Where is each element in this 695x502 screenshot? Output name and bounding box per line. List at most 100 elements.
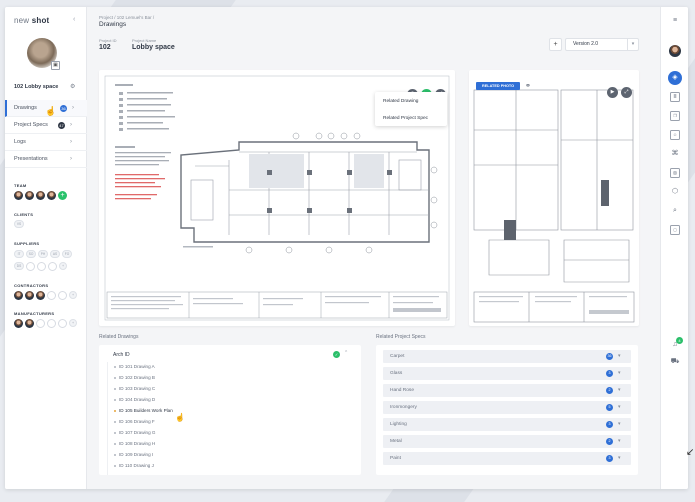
- supplier-tag[interactable]: AS: [50, 250, 60, 258]
- drawing-preview-card[interactable]: ⚙ ▶ ⤢ Related Drawing Related Project Sp…: [99, 70, 455, 326]
- avatar[interactable]: [14, 319, 23, 328]
- empty-slot: [58, 319, 67, 328]
- collapse-sidebar-icon[interactable]: ‹: [73, 16, 75, 23]
- list-item[interactable]: ID 107 Drawing G: [114, 430, 156, 435]
- list-item[interactable]: ID 110 Drawing J: [114, 463, 154, 468]
- avatar[interactable]: [25, 319, 34, 328]
- related-photo-badge[interactable]: RELATED PHOTO: [476, 82, 521, 90]
- contacts-icon[interactable]: ☺: [670, 130, 680, 140]
- spec-row-glass[interactable]: Glass 3 ▾: [383, 367, 631, 380]
- supplier-tags-row-1: IT SO PH AS FO: [14, 250, 72, 258]
- avatar[interactable]: [14, 291, 23, 300]
- list-item[interactable]: ID 104 Drawing D: [114, 397, 155, 402]
- document-icon[interactable]: ≣: [670, 92, 680, 102]
- folder-label[interactable]: Arch ID: [113, 352, 130, 358]
- avatar[interactable]: [36, 291, 45, 300]
- sidebar-item-project-specs[interactable]: Project Specs 47 ›: [5, 117, 87, 134]
- chevron-right-icon: ›: [70, 156, 72, 162]
- avatar[interactable]: [25, 291, 34, 300]
- check-icon[interactable]: ✓: [333, 351, 340, 358]
- related-drawings-title: Related Drawings: [99, 334, 139, 340]
- list-item[interactable]: ID 106 Drawing F: [114, 419, 155, 424]
- sidebar-item-presentations[interactable]: Presentations ›: [5, 151, 87, 168]
- client-tags: VS: [14, 220, 24, 228]
- spec-row-ironmongery[interactable]: Ironmongery 5 ▾: [383, 401, 631, 414]
- client-tag[interactable]: VS: [14, 220, 24, 228]
- project-settings-icon[interactable]: ⚙: [70, 83, 75, 90]
- supplier-tag[interactable]: PH: [38, 250, 48, 258]
- list-item[interactable]: ID 101 Drawing A: [114, 364, 155, 369]
- related-drawings-panel: Arch ID ✓ ⌃ ID 101 Drawing A ID 102 Draw…: [99, 345, 361, 475]
- left-sidebar: new shot ‹ ▣ 102 Lobby space ⚙ Drawings …: [5, 7, 87, 489]
- list-item[interactable]: ID 103 Drawing C: [114, 386, 155, 391]
- play-icon[interactable]: ▶: [607, 87, 618, 98]
- menu-item-related-project-spec[interactable]: Related Project Spec: [375, 112, 447, 126]
- list-item-highlighted[interactable]: ID 105 Builders Work Plan: [114, 408, 173, 413]
- user-avatar[interactable]: [669, 45, 681, 57]
- spec-row-paint[interactable]: Paint 3 ▾: [383, 452, 631, 465]
- link-icon[interactable]: ⚭: [525, 82, 531, 90]
- manufacturer-avatars: +: [14, 319, 77, 328]
- project-name-value: Lobby space: [132, 44, 175, 51]
- manufacturers-label: MANUFACTURERS: [14, 311, 55, 316]
- supplier-tag[interactable]: FO: [62, 250, 72, 258]
- search-icon[interactable]: ⌕: [670, 206, 680, 216]
- menu-item-related-drawing[interactable]: Related Drawing: [375, 95, 447, 109]
- supplier-tag[interactable]: IT: [14, 250, 24, 258]
- empty-slot: [47, 291, 56, 300]
- layers-icon[interactable]: ◈: [668, 71, 682, 85]
- add-supplier-button[interactable]: +: [59, 262, 67, 270]
- supplier-tag[interactable]: SO: [26, 250, 36, 258]
- app-logo[interactable]: new shot: [14, 16, 49, 25]
- avatar[interactable]: [25, 191, 34, 200]
- list-item[interactable]: ID 108 Drawing H: [114, 441, 155, 446]
- notification-badge: 4: [676, 337, 683, 344]
- related-menu: Related Drawing Related Project Spec: [375, 92, 447, 126]
- app-window: new shot ‹ ▣ 102 Lobby space ⚙ Drawings …: [5, 7, 688, 489]
- cart-icon[interactable]: ⛟: [670, 357, 680, 367]
- chat-icon[interactable]: ◻: [670, 225, 680, 235]
- avatar[interactable]: [14, 191, 23, 200]
- image-icon[interactable]: ▨: [670, 168, 680, 178]
- contractor-avatars: +: [14, 291, 77, 300]
- section-drawing: [473, 89, 635, 323]
- grid-icon[interactable]: ⌘: [670, 149, 680, 159]
- list-item[interactable]: ID 102 Drawing B: [114, 375, 155, 380]
- version-value: Version 2.0: [573, 41, 599, 47]
- avatar[interactable]: [47, 191, 56, 200]
- empty-slot: [36, 319, 45, 328]
- project-id-label: Project ID: [99, 38, 117, 43]
- spec-row-hand-rose[interactable]: Hand Rose 2 ▾: [383, 384, 631, 397]
- chevron-right-icon: ›: [70, 139, 72, 145]
- list-item[interactable]: ID 109 Drawing I: [114, 452, 153, 457]
- chevron-down-icon: ›: [72, 105, 74, 111]
- sidebar-item-logs[interactable]: Logs ›: [5, 134, 87, 151]
- team-label: TEAM: [14, 183, 27, 188]
- related-photo-card[interactable]: RELATED PHOTO ⚭ ▶ ⤢: [469, 70, 639, 326]
- chevron-up-icon[interactable]: ⌃: [344, 350, 348, 356]
- cube-icon[interactable]: ⬡: [670, 187, 680, 197]
- supplier-tags-row-2: DS +: [14, 262, 67, 271]
- spec-row-carpet[interactable]: Carpet 36 ▾: [383, 350, 631, 363]
- menu-icon[interactable]: ≡: [670, 16, 680, 26]
- sidebar-item-label: Logs: [14, 139, 26, 145]
- count-badge: 47: [58, 122, 65, 129]
- breadcrumb[interactable]: Project / 102 Lemuel's Bar /: [99, 15, 154, 20]
- avatar[interactable]: [36, 191, 45, 200]
- edit-photo-icon[interactable]: ▣: [51, 61, 60, 70]
- chevron-down-icon: ▾: [627, 39, 638, 50]
- suppliers-label: SUPPLIERS: [14, 241, 40, 246]
- expand-icon[interactable]: ⤢: [621, 87, 632, 98]
- project-name-label: Project Name: [132, 38, 157, 43]
- version-select[interactable]: Version 2.0 ▾: [565, 38, 639, 51]
- hand-cursor-icon: ☝: [45, 106, 57, 116]
- add-contractor-button[interactable]: +: [69, 291, 77, 299]
- add-manufacturer-button[interactable]: +: [69, 319, 77, 327]
- copy-icon[interactable]: ❐: [670, 111, 680, 121]
- add-button[interactable]: +: [549, 38, 562, 51]
- right-rail: ≡ ◈ ≣ ❐ ☺ ⌘ ▨ ⬡ ⌕ ◻ ♫ 4 ⛟: [660, 7, 688, 489]
- spec-row-lighting[interactable]: Lighting 3 ▾: [383, 418, 631, 431]
- spec-row-metal[interactable]: Metal 2 ▾: [383, 435, 631, 448]
- supplier-tag[interactable]: DS: [14, 262, 24, 270]
- add-team-member-button[interactable]: +: [58, 191, 67, 200]
